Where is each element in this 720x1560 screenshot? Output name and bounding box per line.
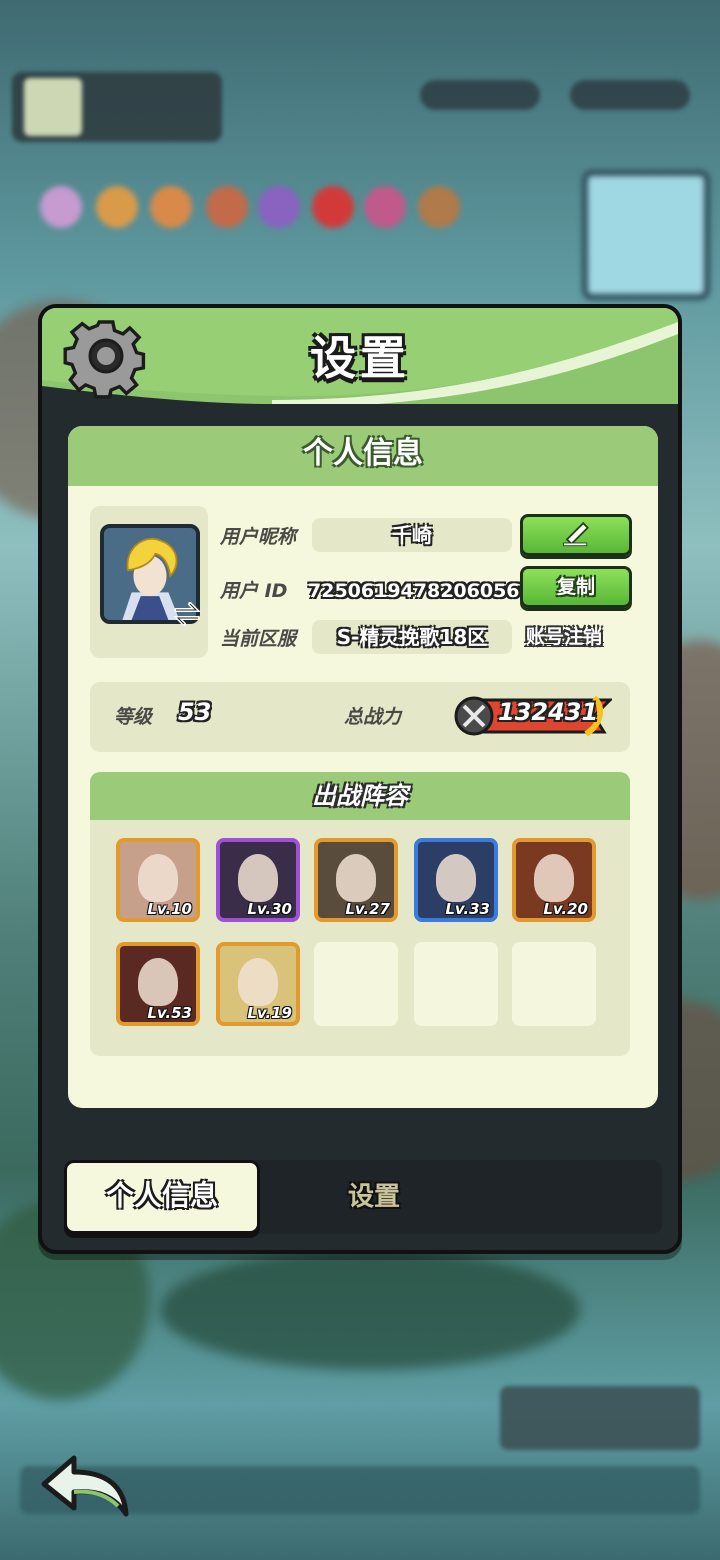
back-arrow-icon[interactable]	[38, 1450, 130, 1522]
server-label: 当前区服	[220, 628, 297, 650]
panel-title: 个人信息	[68, 426, 658, 486]
hero-portrait-icon	[436, 854, 476, 902]
edit-nickname-button[interactable]	[520, 514, 632, 556]
dialog-title: 设置	[310, 331, 410, 385]
swap-icon[interactable]	[172, 602, 202, 626]
hero-portrait-icon	[534, 854, 574, 902]
copy-id-button[interactable]: 复制	[520, 566, 632, 608]
tab-personal-info[interactable]: 个人信息	[64, 1160, 260, 1234]
hero-slot[interactable]: Lv.10	[116, 838, 200, 922]
team-lineup-title: 出战阵容	[90, 772, 630, 820]
hero-slot[interactable]: Lv.30	[216, 838, 300, 922]
user-id-label: 用户 ID	[220, 580, 288, 602]
hero-portrait-icon	[238, 854, 278, 902]
team-lineup: 出战阵容 Lv.10 Lv.30 Lv.27 Lv.33 Lv.20 Lv.53 Lv.19	[90, 772, 630, 1056]
hero-level: Lv.20	[543, 900, 588, 918]
level-value: 53	[178, 698, 212, 726]
user-id-value: 72506194782060567	[308, 580, 533, 602]
hero-level: Lv.27	[345, 900, 390, 918]
tab-settings[interactable]: 设置	[264, 1160, 484, 1234]
hero-portrait-icon	[138, 854, 178, 902]
hero-slot[interactable]: Lv.33	[414, 838, 498, 922]
avatar-container	[90, 506, 208, 658]
hero-level: Lv.30	[247, 900, 292, 918]
server-field: S-精灵挽歌18区	[312, 620, 512, 654]
empty-hero-slot[interactable]	[512, 942, 596, 1026]
hero-portrait-icon	[238, 958, 278, 1006]
nickname-field: 千崎	[312, 518, 512, 552]
hero-level: Lv.53	[147, 1004, 192, 1022]
empty-hero-slot[interactable]	[314, 942, 398, 1026]
stats-row: 等级 53 总战力 132431	[90, 682, 630, 752]
dialog-header: 设置	[42, 308, 678, 404]
hero-level: Lv.33	[445, 900, 490, 918]
pencil-icon	[562, 521, 589, 547]
level-label: 等级	[114, 706, 153, 728]
hero-slot[interactable]: Lv.20	[512, 838, 596, 922]
tab-bar: 个人信息 设置	[64, 1160, 662, 1234]
hero-portrait-icon	[138, 958, 178, 1006]
hero-level: Lv.19	[247, 1004, 292, 1022]
nickname-label: 用户昵称	[220, 526, 297, 548]
power-value: 132431	[498, 698, 599, 726]
hero-slot[interactable]: Lv.27	[314, 838, 398, 922]
hero-portrait-icon	[336, 854, 376, 902]
hero-level: Lv.10	[147, 900, 192, 918]
personal-info-panel: 个人信息 用户昵称 千崎 用户 ID 72506194782060567 复制 …	[68, 426, 658, 1108]
hero-slot[interactable]: Lv.53	[116, 942, 200, 1026]
cancel-account-link[interactable]: 账号注销	[526, 622, 602, 649]
settings-dialog: 设置 个人信息 用户昵称 千崎 用户 ID 72506194782060567 …	[38, 304, 682, 1254]
empty-hero-slot[interactable]	[414, 942, 498, 1026]
power-label: 总战力	[344, 706, 402, 728]
hero-slot[interactable]: Lv.19	[216, 942, 300, 1026]
